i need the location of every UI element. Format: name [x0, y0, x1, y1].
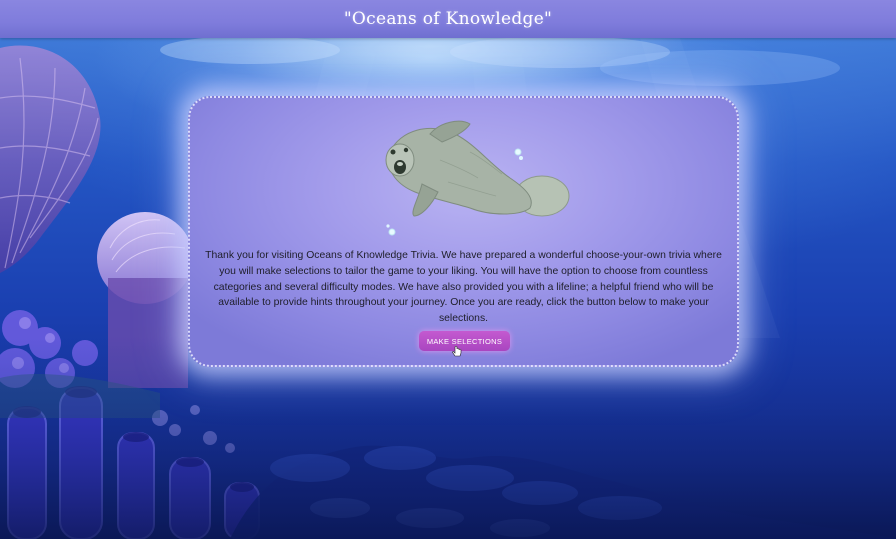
intro-text: Thank you for visiting Oceans of Knowled…: [205, 250, 722, 325]
intro-card: Thank you for visiting Oceans of Knowled…: [188, 96, 739, 367]
page-title: "Oceans of Knowledge": [343, 9, 553, 29]
manatee-icon: [385, 120, 570, 236]
header-bar: "Oceans of Knowledge": [0, 0, 896, 38]
make-selections-button[interactable]: MAKE SELECTIONS: [419, 331, 510, 351]
hand-cursor-icon: [452, 346, 462, 357]
